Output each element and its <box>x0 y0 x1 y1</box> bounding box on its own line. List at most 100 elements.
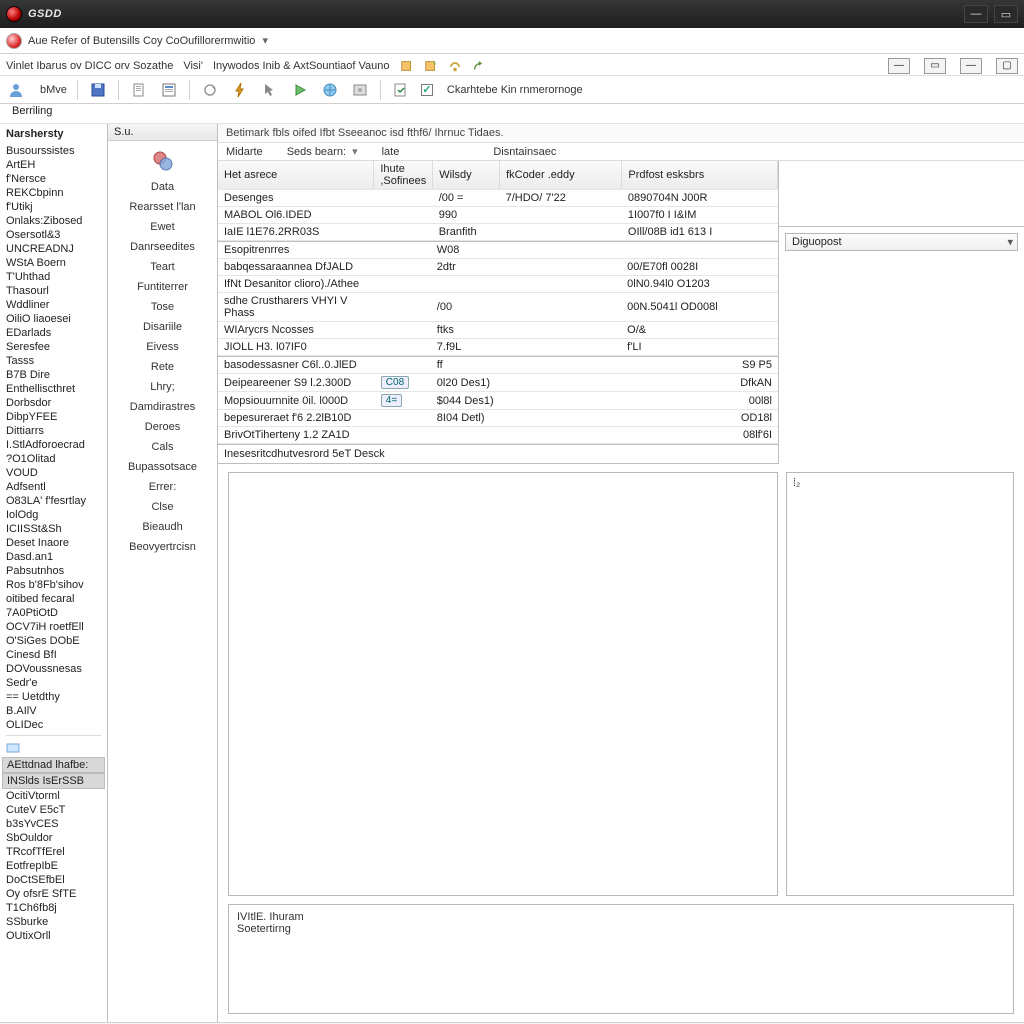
table-row[interactable]: bepesureraet f'6 2.2lB10D8I04 Detl)OD18l <box>218 410 778 427</box>
tb-disk-icon[interactable] <box>350 80 370 100</box>
tb-page-icon[interactable] <box>129 80 149 100</box>
sidebar-item[interactable]: Sedr'e <box>2 676 105 690</box>
sidebar-item[interactable]: INSlds IsErSSB <box>2 773 105 789</box>
sidebar-item[interactable]: SbOuldor <box>2 831 105 845</box>
sidebar-item[interactable]: Dasd.an1 <box>2 550 105 564</box>
sidebar-item[interactable]: B.AIlV <box>2 704 105 718</box>
sidebar-item[interactable]: f'Nersce <box>2 172 105 186</box>
table-row[interactable]: IfNt Desanitor clioro)./Athee0lN0.94l0 O… <box>218 276 778 293</box>
column-header[interactable]: Het asrece <box>218 161 374 190</box>
nav-item[interactable]: Funtiterrer <box>137 281 188 293</box>
tb-refresh-icon[interactable] <box>200 80 220 100</box>
table-row[interactable]: Deipeareener S9 l.2.300DC080l20 Des1)Dfk… <box>218 374 778 392</box>
sidebar-item[interactable]: TRcofTfErel <box>2 845 105 859</box>
nav-item[interactable]: Lhry; <box>150 381 174 393</box>
column-header[interactable]: Prdfost esksbrs <box>622 161 778 190</box>
sidebar-item[interactable]: Ros b'8Fb'sihov <box>2 578 105 592</box>
table-row[interactable]: Desenges/00 =7/HDO/ 7'220890704N J00R <box>218 190 778 207</box>
sidebar-item[interactable]: I.StlAdforoecrad <box>2 438 105 452</box>
sidebar-item[interactable]: WStA Boern <box>2 256 105 270</box>
os-maximize-button[interactable]: ▭ <box>994 5 1018 23</box>
sidebar-item[interactable]: Adfsentl <box>2 480 105 494</box>
sidebar-item[interactable]: AEttdnad lhafbe: <box>2 757 105 773</box>
sidebar-item[interactable]: T1Ch6fb8j <box>2 901 105 915</box>
sidebar-item[interactable]: 7A0PtiOtD <box>2 606 105 620</box>
menu-icon-1[interactable] <box>400 59 414 73</box>
nav-item[interactable]: Bupassotsace <box>128 461 197 473</box>
sidebar-item[interactable]: Tasss <box>2 354 105 368</box>
table-row[interactable]: basodessasner C6l..0.JlEDffS9 P5 <box>218 357 778 374</box>
menu-icon-4[interactable] <box>472 59 486 73</box>
sidebar-item[interactable]: Seresfee <box>2 340 105 354</box>
column-header[interactable]: fkCoder .eddy <box>500 161 622 190</box>
sidebar-item[interactable]: OcitiVtorml <box>2 789 105 803</box>
sidebar-item[interactable]: b3sYvCES <box>2 817 105 831</box>
sidebar-item[interactable]: O83LA' f'fesrtlay <box>2 494 105 508</box>
nav-item[interactable]: Teart <box>150 261 174 273</box>
sidebar-item[interactable]: Dorbsdor <box>2 396 105 410</box>
diagnosis-dropdown[interactable]: Diguopost ▾ <box>785 233 1018 251</box>
nav-item[interactable]: Beovyertrcisn <box>129 541 196 553</box>
sidebar-item[interactable]: CuteV E5cT <box>2 803 105 817</box>
table-row[interactable]: JIOLL H3. l07IF07.f9Lf'LI <box>218 339 778 356</box>
sidebar-item[interactable]: VOUD <box>2 466 105 480</box>
table-row[interactable]: MABOL Ol6.IDED9901I007f0 I I&IM <box>218 207 778 224</box>
sidebar-item[interactable]: B7B Dire <box>2 368 105 382</box>
nav-item[interactable]: Damdirastres <box>130 401 195 413</box>
table-row[interactable]: WIArycrs NcossesftksO/& <box>218 322 778 339</box>
menu-icon-2[interactable] <box>424 59 438 73</box>
toolbar-tab[interactable]: Berriling <box>10 105 62 121</box>
menu-item-3[interactable]: Inywodos Inib & AxtSountiaof Vauno <box>213 60 390 72</box>
table-row[interactable]: Mopsiouurnnite 0il. l000D4=$044 Des1)00l… <box>218 392 778 410</box>
sidebar-item[interactable]: OLIDec <box>2 718 105 732</box>
subtab-d[interactable]: Disntainsaec <box>493 146 556 158</box>
table-row[interactable]: sdhe Crustharers VHYI V Phass/0000N.5041… <box>218 293 778 322</box>
sidebar-item[interactable]: EotfrepIbE <box>2 859 105 873</box>
mdi-maximize-button[interactable]: — <box>960 58 982 74</box>
sidebar-item[interactable]: IolOdg <box>2 508 105 522</box>
chevron-down-icon[interactable]: ▾ <box>352 146 358 158</box>
sidebar-item[interactable]: Deset Inaore <box>2 536 105 550</box>
sidebar-item[interactable]: Osersotl&3 <box>2 228 105 242</box>
sidebar-item[interactable]: T'Uhthad <box>2 270 105 284</box>
sidebar-item[interactable]: Wddliner <box>2 298 105 312</box>
sidebar-item[interactable]: Busourssistes <box>2 144 105 158</box>
sidebar-item[interactable]: Cinesd BfI <box>2 648 105 662</box>
nav-item[interactable]: Bieaudh <box>142 521 182 533</box>
tb-person-icon[interactable] <box>6 80 26 100</box>
nav-item[interactable]: Ewet <box>150 221 174 233</box>
subtab-b[interactable]: Seds bearn: ▾ <box>287 145 358 158</box>
table-row[interactable]: IaIE l1E76.2RR03SBranfithOIll/08B id1 61… <box>218 224 778 241</box>
sidebar-item[interactable]: Oy ofsrE SfTE <box>2 887 105 901</box>
column-header[interactable]: Wilsdy <box>433 161 500 190</box>
sidebar-item[interactable]: ?O1Olitad <box>2 452 105 466</box>
sidebar-item[interactable]: oitibed fecaral <box>2 592 105 606</box>
nav-item[interactable]: Rearsset l'lan <box>129 201 195 213</box>
sidebar-group-icon[interactable] <box>6 741 20 755</box>
nav-item[interactable]: Disariile <box>143 321 182 333</box>
menu-item-2[interactable]: Visi' <box>183 60 203 72</box>
sidebar-item[interactable]: EDarlads <box>2 326 105 340</box>
nav-item[interactable]: Rete <box>151 361 174 373</box>
table-row[interactable]: BrivOtTiherteny 1.2 ZA1D08lf'6I <box>218 427 778 444</box>
notes-pane[interactable]: IVItlE. Ihuram Soetertirng <box>228 904 1014 1014</box>
nav-item[interactable]: Deroes <box>145 421 180 433</box>
menu-item-1[interactable]: Vinlet Ibarus ov DICC orv Sozathe <box>6 60 173 72</box>
sidebar-item[interactable]: DibpYFEE <box>2 410 105 424</box>
sidebar-item[interactable]: ICIISSt&Sh <box>2 522 105 536</box>
sidebar-item[interactable]: f'Utikj <box>2 200 105 214</box>
nav-main-icon[interactable] <box>151 149 175 173</box>
tb-play-icon[interactable] <box>290 80 310 100</box>
tb-lightning-icon[interactable] <box>230 80 250 100</box>
nav-item[interactable]: Eivess <box>146 341 178 353</box>
sidebar-item[interactable]: REKCbpinn <box>2 186 105 200</box>
tb-list-icon[interactable] <box>159 80 179 100</box>
sidebar-item[interactable]: OCV7iH roetfEll <box>2 620 105 634</box>
sidebar-item[interactable]: ArtEH <box>2 158 105 172</box>
tb-cursor-icon[interactable] <box>260 80 280 100</box>
sidebar-item[interactable]: Dittiarrs <box>2 424 105 438</box>
mdi-minimize-button[interactable]: — <box>888 58 910 74</box>
nav-item[interactable]: Data <box>151 181 174 193</box>
nav-item[interactable]: Cals <box>151 441 173 453</box>
nav-item[interactable]: Danrseedites <box>130 241 195 253</box>
